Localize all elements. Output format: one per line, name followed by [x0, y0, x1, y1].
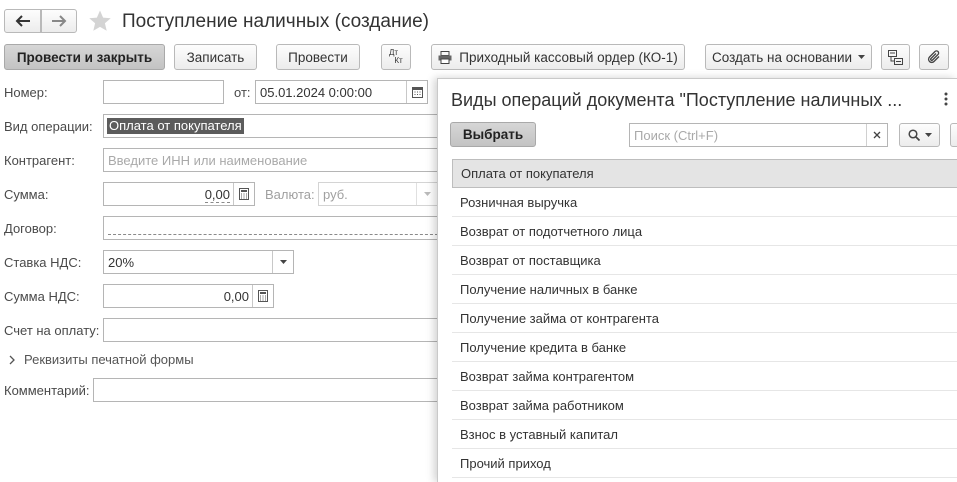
vat-amount-value: 0,00	[223, 289, 249, 304]
comment-field[interactable]	[93, 378, 443, 402]
print-order-button[interactable]: Приходный кассовый ордер (КО-1)	[431, 44, 685, 70]
list-item-label: Получение наличных в банке	[460, 281, 638, 297]
counterparty-placeholder: Введите ИНН или наименование	[108, 153, 308, 168]
list-item[interactable]: Получение займа от контрагента	[452, 304, 957, 333]
list-item-label: Получение кредита в банке	[460, 339, 627, 355]
arrow-left-icon	[15, 15, 31, 27]
list-item[interactable]: Получение наличных в банке	[452, 275, 957, 304]
currency-field: руб.	[318, 182, 438, 206]
list-item[interactable]: Возврат займа работником	[452, 391, 957, 420]
list-item-label: Возврат от поставщика	[460, 252, 601, 268]
printer-icon	[438, 50, 452, 64]
kt-label: Кт	[394, 56, 403, 65]
amount-label: Сумма:	[4, 187, 49, 202]
comment-label: Комментарий:	[4, 383, 90, 398]
list-item-label: Взнос в уставный капитал	[460, 426, 618, 442]
print-order-label: Приходный кассовый ордер (КО-1)	[459, 49, 678, 65]
operation-label: Вид операции:	[4, 119, 93, 134]
list-item-label: Возврат займа работником	[460, 397, 624, 413]
contract-underline	[108, 234, 438, 235]
arrow-right-icon	[51, 15, 67, 27]
forward-button[interactable]	[41, 9, 77, 33]
list-item[interactable]: Взнос в уставный капитал	[452, 420, 957, 449]
counterparty-field[interactable]: Введите ИНН или наименование	[103, 148, 443, 172]
calendar-icon[interactable]	[406, 81, 427, 103]
post-and-close-button[interactable]: Провести и закрыть	[4, 44, 165, 70]
vat-rate-field[interactable]: 20%	[103, 250, 294, 274]
currency-dropdown-icon	[416, 183, 437, 205]
list-item[interactable]: Получение кредита в банке	[452, 333, 957, 362]
create-based-on-label: Создать на основании	[711, 49, 853, 65]
currency-value: руб.	[323, 187, 348, 202]
list-item-label: Розничная выручка	[460, 194, 578, 210]
back-button[interactable]	[4, 9, 41, 33]
star-icon[interactable]	[88, 9, 112, 33]
from-label: от:	[234, 85, 251, 100]
operation-types-popup: Виды операций документа "Поступление нал…	[437, 78, 957, 482]
invoice-label: Счет на оплату:	[4, 323, 100, 338]
list-item-label: Прочий приход	[460, 455, 551, 471]
paperclip-icon	[927, 50, 941, 64]
operation-types-list: Оплата от покупателя Розничная выручка В…	[438, 79, 957, 482]
vat-rate-value: 20%	[108, 255, 135, 270]
list-item[interactable]: Возврат от поставщика	[452, 246, 957, 275]
date-value: 05.01.2024 0:00:00	[260, 85, 373, 100]
list-item[interactable]: Розничная выручка	[452, 188, 957, 217]
calculator-icon[interactable]	[233, 183, 254, 205]
structure-button[interactable]	[881, 44, 910, 70]
print-details-toggle[interactable]: Реквизиты печатной формы	[8, 352, 194, 367]
vat-rate-dropdown-icon[interactable]	[272, 251, 293, 273]
invoice-field[interactable]	[103, 318, 443, 342]
list-item-label: Возврат займа контрагентом	[460, 368, 635, 384]
create-based-on-button[interactable]: Создать на основании	[705, 44, 872, 70]
page-title: Поступление наличных (создание)	[122, 11, 429, 32]
print-details-label: Реквизиты печатной формы	[24, 352, 194, 367]
number-label: Номер:	[4, 85, 48, 100]
list-item-label: Возврат от подотчетного лица	[460, 223, 643, 239]
list-item[interactable]: Прочий приход	[452, 449, 957, 478]
amount-value: 0,00	[204, 187, 230, 203]
save-button[interactable]: Записать	[174, 44, 257, 70]
list-item[interactable]: Возврат от подотчетного лица	[452, 217, 957, 246]
number-field[interactable]	[103, 80, 224, 104]
vat-rate-label: Ставка НДС:	[4, 255, 82, 270]
list-item[interactable]: Оплата от покупателя	[452, 159, 957, 188]
structure-icon	[888, 49, 903, 65]
dt-kt-button[interactable]: Дт Кт	[381, 44, 411, 70]
counterparty-label: Контрагент:	[4, 153, 75, 168]
list-item[interactable]: Возврат займа контрагентом	[452, 362, 957, 391]
amount-field[interactable]: 0,00	[103, 182, 255, 206]
attach-button[interactable]	[919, 44, 949, 70]
currency-label: Валюта:	[265, 187, 315, 202]
operation-field[interactable]: Оплата от покупателя	[103, 114, 443, 138]
calculator-icon[interactable]	[252, 285, 273, 307]
vat-amount-field[interactable]: 0,00	[103, 284, 274, 308]
dropdown-arrow-icon	[858, 55, 866, 59]
vat-amount-label: Сумма НДС:	[4, 289, 80, 304]
list-item-label: Получение займа от контрагента	[460, 310, 659, 326]
chevron-right-icon	[8, 354, 16, 366]
contract-label: Договор:	[4, 221, 57, 236]
operation-value: Оплата от покупателя	[107, 118, 244, 134]
date-field[interactable]: 05.01.2024 0:00:00	[255, 80, 428, 104]
list-item-label: Оплата от покупателя	[461, 166, 594, 181]
post-button[interactable]: Провести	[276, 44, 360, 70]
contract-field[interactable]	[103, 216, 443, 240]
